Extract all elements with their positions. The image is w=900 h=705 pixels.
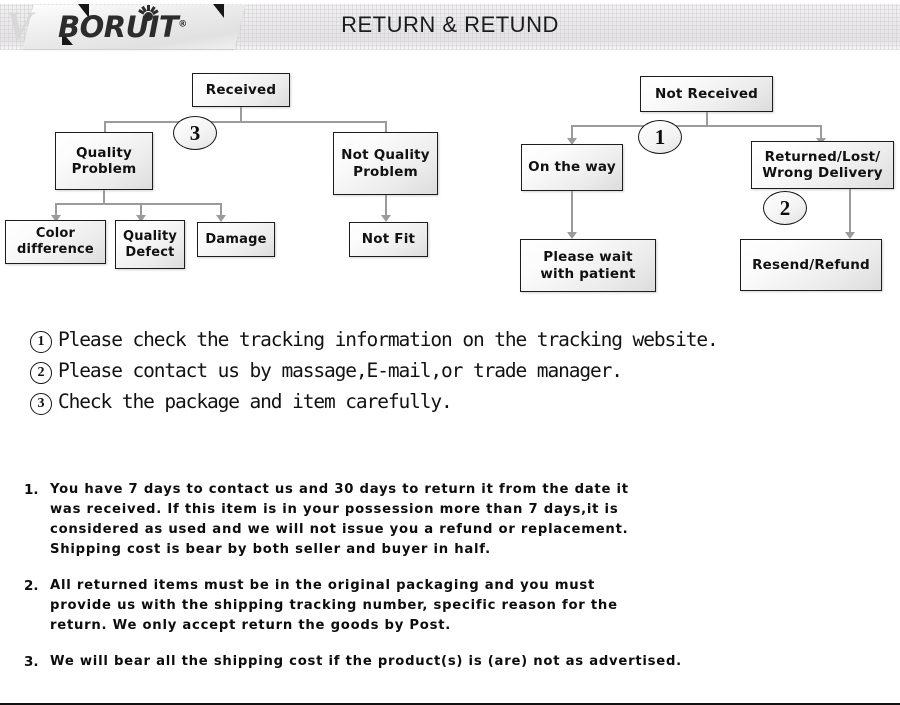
policy-line: Shipping cost is bear by both seller and…	[50, 542, 491, 558]
page-title: RETURN & RETUND	[341, 12, 559, 37]
flow-marker-label: 2	[779, 195, 791, 220]
connector	[849, 189, 851, 233]
connector	[571, 125, 821, 127]
policy-line: You have 7 days to contact us and 30 day…	[50, 482, 629, 497]
connector	[820, 125, 822, 139]
note-item: 2 Please contact us by massage,E-mail,or…	[30, 359, 870, 384]
flow-node-label: Not Quality Problem	[341, 147, 430, 180]
flow-node-please-wait-with-patient: Please wait with patient	[520, 239, 656, 292]
return-flowchart: Received 3 Quality Problem Not Quality P…	[0, 56, 900, 306]
flow-node-label: Not Fit	[361, 231, 416, 248]
policy-line: We will bear all the shipping cost if th…	[50, 654, 682, 670]
connector	[571, 191, 573, 233]
flow-node-label: Not Received	[654, 85, 759, 102]
flow-node-quality-defect: Quality Defect	[115, 220, 185, 269]
connector	[706, 112, 708, 126]
note-text: Please contact us by massage,E-mail,or t…	[58, 359, 623, 382]
policy-item: 2. All returned items must be in the ori…	[24, 576, 894, 636]
flow-node-not-fit: Not Fit	[349, 222, 428, 257]
flow-node-not-quality-problem: Not Quality Problem	[333, 132, 438, 195]
policy-line: All returned items must be in the origin…	[50, 578, 596, 594]
flow-node-label: Received	[205, 81, 277, 98]
connector	[55, 203, 221, 205]
flow-node-returned-lost-wrong-delivery: Returned/Lost/ Wrong Delivery	[751, 141, 894, 189]
flow-node-label: Damage	[205, 231, 267, 247]
policy-text: You have 7 days to contact us and 30 day…	[50, 480, 629, 560]
note-number-badge: 2	[30, 362, 52, 384]
policy-line: return. We only accept return the goods …	[50, 618, 452, 634]
connector	[385, 195, 387, 216]
flow-node-not-received: Not Received	[640, 76, 773, 112]
arrow-head-icon	[381, 215, 391, 222]
policy-item: 3. We will bear all the shipping cost if…	[24, 652, 894, 673]
flow-node-quality-problem: Quality Problem	[55, 132, 153, 190]
policy-number: 3.	[24, 654, 39, 671]
policy-list: 1. You have 7 days to contact us and 30 …	[24, 480, 894, 689]
note-item: 1 Please check the tracking information …	[30, 328, 870, 353]
arrow-head-icon	[845, 232, 855, 239]
flow-node-label: Quality Defect	[122, 228, 178, 260]
flow-marker-3: 3	[173, 116, 217, 150]
note-number-badge: 3	[30, 393, 52, 415]
flow-node-label: Color difference	[17, 226, 94, 257]
policy-line: provide us with the shipping tracking nu…	[50, 598, 618, 614]
flow-marker-label: 1	[654, 124, 666, 149]
flow-marker-2: 2	[763, 191, 807, 225]
arrow-head-icon	[567, 232, 577, 239]
connector	[103, 190, 105, 204]
policy-line: considered as used and we will not issue…	[50, 522, 629, 538]
note-number-badge: 1	[30, 331, 52, 353]
policy-item: 1. You have 7 days to contact us and 30 …	[24, 480, 894, 560]
policy-text: All returned items must be in the origin…	[50, 576, 618, 636]
flow-node-label: Quality Problem	[71, 144, 137, 177]
note-item: 3 Check the package and item carefully.	[30, 390, 870, 415]
flow-marker-1: 1	[638, 120, 682, 154]
flow-node-resend-refund: Resend/Refund	[740, 239, 882, 291]
arrow-head-icon	[216, 215, 226, 222]
flow-node-label: Resend/Refund	[752, 256, 870, 273]
flow-node-label: Please wait with patient	[540, 249, 636, 282]
policy-number: 1.	[24, 482, 39, 498]
policy-number: 2.	[24, 578, 39, 595]
return-refund-policy-page: V BORUIT® RETURN & RETUND Received 3 Qua…	[0, 0, 900, 705]
connector	[104, 121, 386, 123]
connector	[240, 107, 242, 122]
note-text: Please check the tracking information on…	[58, 328, 719, 351]
flow-node-received: Received	[192, 73, 290, 107]
flow-node-color-difference: Color difference	[5, 220, 106, 264]
flow-node-label: Returned/Lost/ Wrong Delivery	[762, 148, 883, 181]
notes-list: 1 Please check the tracking information …	[30, 328, 870, 421]
note-text: Check the package and item carefully.	[58, 390, 453, 413]
policy-line: was received. If this item is in your po…	[50, 502, 619, 518]
flow-node-damage: Damage	[197, 222, 275, 257]
flow-node-label: On the way	[528, 159, 616, 176]
policy-text: We will bear all the shipping cost if th…	[50, 652, 682, 672]
flow-node-on-the-way: On the way	[521, 144, 623, 191]
connector	[571, 125, 573, 139]
flow-marker-label: 3	[189, 120, 201, 145]
